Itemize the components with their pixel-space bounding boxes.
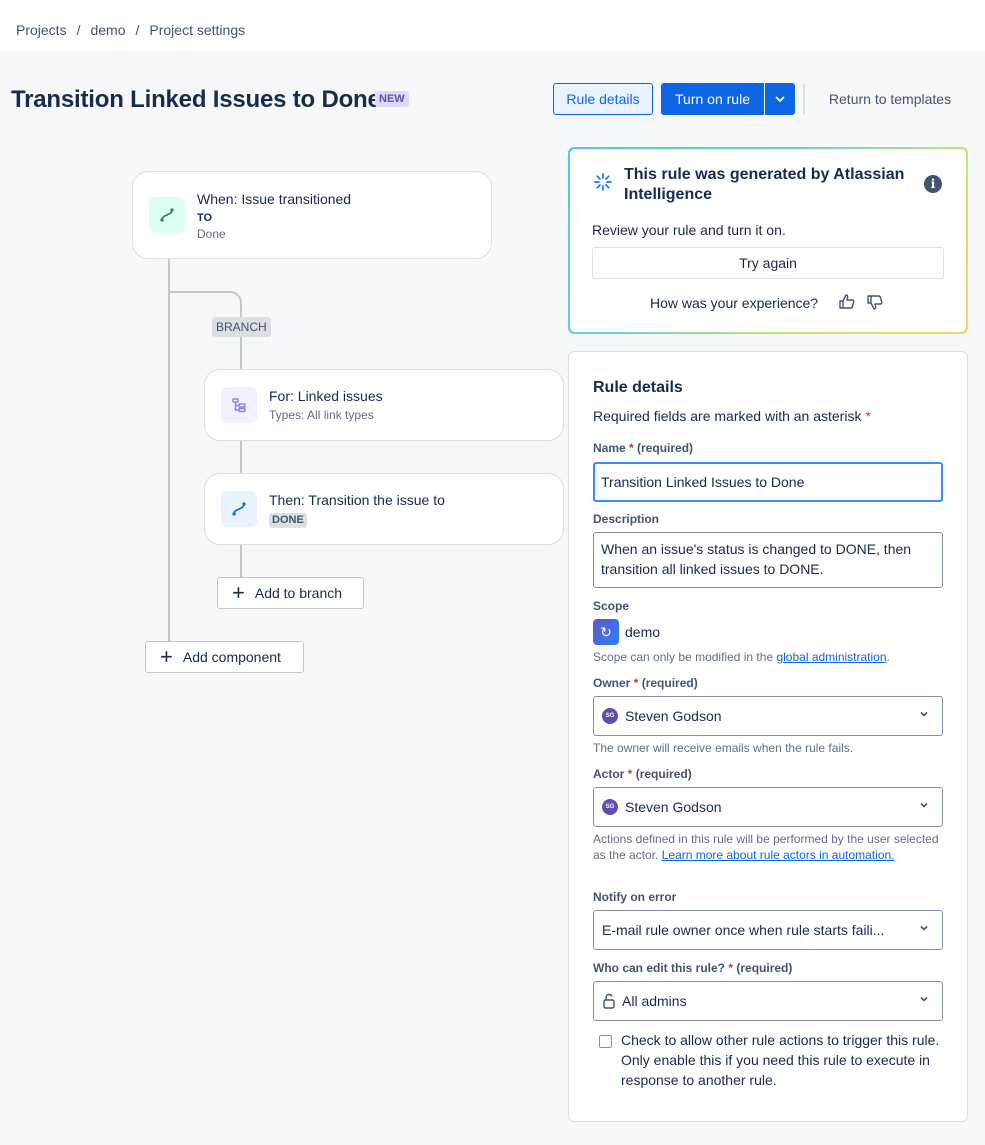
- project-avatar: ↻: [593, 619, 619, 645]
- trigger-value: Done: [197, 227, 226, 241]
- turn-on-rule-dropdown-button[interactable]: [765, 83, 795, 115]
- scope-help-text: Scope can only be modified in the: [593, 650, 777, 664]
- owner-select[interactable]: SG Steven Godson: [593, 696, 943, 736]
- experience-question: How was your experience?: [650, 295, 819, 311]
- plus-icon: +: [232, 580, 245, 605]
- atlassian-intelligence-icon: [594, 173, 612, 191]
- status-lozenge: DONE: [269, 513, 307, 528]
- rule-actors-link[interactable]: Learn more about rule actors in automati…: [662, 848, 895, 862]
- trigger-qualifier: TO: [197, 212, 213, 224]
- page-title: Transition Linked Issues to Done: [11, 86, 381, 113]
- connector-line: [240, 545, 242, 577]
- actor-label: Actor * (required): [593, 767, 692, 781]
- chevron-down-icon: [775, 96, 785, 103]
- branch-subtitle: Types: All link types: [269, 408, 374, 422]
- global-administration-link[interactable]: global administration: [776, 650, 886, 664]
- actor-label-text: Actor: [593, 767, 625, 781]
- description-textarea[interactable]: When an issue's status is changed to DON…: [593, 532, 943, 588]
- return-to-templates-button[interactable]: Return to templates: [814, 83, 966, 115]
- transition-icon: [149, 197, 185, 233]
- actor-select[interactable]: SG Steven Godson: [593, 787, 943, 827]
- rule-details-button[interactable]: Rule details: [553, 83, 653, 115]
- required-text: (required): [736, 961, 793, 975]
- breadcrumb: Projects / demo / Project settings: [16, 22, 245, 38]
- owner-help: The owner will receive emails when the r…: [593, 741, 854, 755]
- edit-permission-select[interactable]: All admins: [593, 981, 943, 1021]
- required-note-text: Required fields are marked with an aster…: [593, 408, 862, 424]
- action-title: Then: Transition the issue to: [269, 492, 445, 508]
- new-badge: NEW: [375, 91, 409, 107]
- add-component-label: Add component: [182, 649, 281, 665]
- ai-review-text: Review your rule and turn it on.: [592, 222, 786, 238]
- connector-line: [240, 441, 242, 473]
- scope-help: Scope can only be modified in the global…: [593, 649, 943, 665]
- connector-line: [240, 305, 242, 317]
- actor-help: Actions defined in this rule will be per…: [593, 831, 943, 863]
- trigger-card[interactable]: When: Issue transitioned TO Done: [132, 171, 492, 259]
- breadcrumb-projects[interactable]: Projects: [16, 22, 67, 38]
- try-again-button[interactable]: Try again: [592, 247, 944, 279]
- branch-card[interactable]: For: Linked issues Types: All link types: [204, 369, 564, 441]
- transition-icon: [221, 491, 257, 527]
- allow-trigger-checkbox[interactable]: [599, 1035, 612, 1048]
- connector-line: [240, 337, 242, 369]
- required-text: (required): [641, 676, 698, 690]
- header-divider: [803, 84, 805, 114]
- name-label-text: Name: [593, 441, 626, 455]
- info-icon[interactable]: i: [924, 175, 942, 193]
- action-card[interactable]: Then: Transition the issue to DONE: [204, 473, 564, 545]
- chevron-down-icon: [920, 925, 928, 931]
- turn-on-rule-button[interactable]: Turn on rule: [661, 83, 764, 115]
- avatar: SG: [602, 708, 618, 724]
- rule-details-heading: Rule details: [593, 379, 683, 396]
- connector-line: [168, 259, 170, 642]
- owner-label: Owner * (required): [593, 676, 698, 690]
- required-text: (required): [635, 767, 692, 781]
- name-input[interactable]: Transition Linked Issues to Done: [593, 462, 943, 502]
- actor-value: Steven Godson: [625, 799, 722, 815]
- edit-permission-label: Who can edit this rule? * (required): [593, 961, 793, 975]
- plus-icon: +: [160, 644, 173, 669]
- ai-generated-panel: This rule was generated by Atlassian Int…: [568, 147, 968, 334]
- description-label: Description: [593, 512, 660, 526]
- notify-on-error-select[interactable]: E-mail rule owner once when rule starts …: [593, 910, 943, 950]
- avatar: SG: [602, 799, 618, 815]
- chevron-down-icon: [920, 802, 928, 808]
- add-to-branch-button[interactable]: + Add to branch: [217, 577, 364, 609]
- add-to-branch-label: Add to branch: [254, 585, 343, 601]
- required-note: Required fields are marked with an aster…: [593, 408, 871, 424]
- thumbs-up-icon[interactable]: [838, 293, 856, 311]
- ai-panel-title: This rule was generated by Atlassian Int…: [624, 166, 905, 203]
- breadcrumb-separator: /: [135, 22, 140, 38]
- scope-value: demo: [625, 624, 661, 640]
- trigger-title: When: Issue transitioned: [197, 191, 352, 207]
- chevron-down-icon: [920, 711, 928, 717]
- scope-help-suffix: .: [886, 650, 890, 664]
- edit-label-text: Who can edit this rule?: [593, 961, 726, 975]
- notify-value: E-mail rule owner once when rule starts …: [602, 922, 885, 938]
- owner-label-text: Owner: [593, 676, 631, 690]
- breadcrumb-separator: /: [76, 22, 81, 38]
- breadcrumb-project-settings[interactable]: Project settings: [149, 22, 245, 38]
- branch-label: BRANCH: [212, 317, 271, 337]
- add-component-button[interactable]: + Add component: [145, 641, 304, 673]
- branch-title: For: Linked issues: [269, 388, 383, 404]
- connector-line: [168, 291, 228, 293]
- notify-label: Notify on error: [593, 890, 677, 904]
- required-text: (required): [637, 441, 694, 455]
- edit-permission-value: All admins: [622, 993, 687, 1009]
- breadcrumb-demo[interactable]: demo: [90, 22, 125, 38]
- owner-value: Steven Godson: [625, 708, 722, 724]
- rule-details-panel: Rule details Required fields are marked …: [568, 351, 968, 1122]
- name-label: Name * (required): [593, 441, 694, 455]
- unlock-icon: [603, 993, 615, 1009]
- allow-trigger-label: Check to allow other rule actions to tri…: [621, 1032, 940, 1088]
- chevron-down-icon: [920, 996, 928, 1002]
- branch-tree-icon: [221, 387, 257, 423]
- scope-value-row: ↻ demo: [593, 619, 660, 645]
- top-bar: Projects / demo / Project settings: [0, 0, 985, 51]
- thumbs-down-icon[interactable]: [866, 293, 884, 311]
- connector-curve: [222, 291, 242, 311]
- scope-label: Scope: [593, 599, 630, 613]
